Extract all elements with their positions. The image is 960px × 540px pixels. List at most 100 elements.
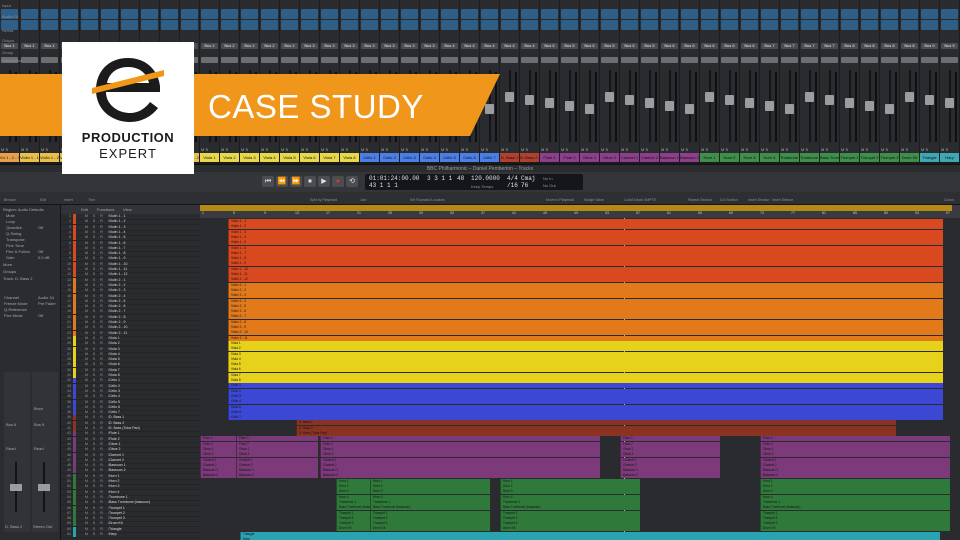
region[interactable]: Clarinet 1 xyxy=(760,457,950,463)
region[interactable]: Bassoon 1 xyxy=(760,468,950,474)
functions-menu[interactable]: Functions xyxy=(97,207,114,212)
mute-solo-rec-buttons[interactable]: M S R I xyxy=(85,394,111,399)
region[interactable]: Trumpet 1 xyxy=(370,510,490,516)
region[interactable]: Drum Kit xyxy=(500,526,640,532)
mute-solo-buttons[interactable]: M S xyxy=(481,147,498,152)
volume-fader[interactable] xyxy=(625,95,634,105)
mute-solo-rec-buttons[interactable]: M S R I xyxy=(85,384,111,389)
mute-solo-rec-buttons[interactable]: M S R I xyxy=(85,299,111,304)
mute-solo-buttons[interactable]: M S xyxy=(541,147,558,152)
mute-solo-buttons[interactable]: M S xyxy=(641,147,658,152)
volume-fader[interactable] xyxy=(885,104,894,114)
region[interactable]: Bassoon 1 xyxy=(620,468,720,474)
mute-solo-rec-buttons[interactable]: M S R I xyxy=(85,506,111,511)
region[interactable]: Violin 1 - 8 xyxy=(228,256,943,262)
region[interactable]: Oboe 1 xyxy=(760,446,950,452)
mute-solo-buttons[interactable]: M S xyxy=(621,147,638,152)
transport-button[interactable]: ⟲ xyxy=(346,176,358,187)
mute-solo-buttons[interactable]: M S xyxy=(841,147,858,152)
toolbar-button[interactable]: Move to Playhead xyxy=(546,198,574,202)
region[interactable]: Viola 1 xyxy=(228,340,943,346)
region[interactable]: Bassoon 1 xyxy=(320,468,600,474)
mute-solo-rec-buttons[interactable]: M S R I xyxy=(85,490,111,495)
mute-solo-buttons[interactable]: M S xyxy=(801,147,818,152)
region[interactable]: Bass Trombone (bassoon) xyxy=(370,505,490,511)
region[interactable]: Clarinet 2 xyxy=(760,462,950,468)
region[interactable]: Cello 4 xyxy=(228,399,943,405)
track-header[interactable]: 61 M S R I Harp xyxy=(61,532,200,538)
mute-solo-buttons[interactable]: M S xyxy=(261,147,278,152)
mute-solo-rec-buttons[interactable]: M S R I xyxy=(85,225,111,230)
mute-solo-buttons[interactable]: M S xyxy=(781,147,798,152)
region[interactable]: Violin 2 - 5 xyxy=(228,303,943,309)
mute-solo-rec-buttons[interactable]: M S R I xyxy=(85,362,111,367)
region[interactable]: D. Bass 2 xyxy=(296,425,896,431)
mute-solo-rec-buttons[interactable]: M S R I xyxy=(85,241,111,246)
mute-solo-rec-buttons[interactable]: M S R I xyxy=(85,320,111,325)
region[interactable]: Violin 2 - 11 xyxy=(228,335,943,341)
region[interactable]: Clarinet 1 xyxy=(320,457,600,463)
volume-fader[interactable] xyxy=(785,104,794,114)
volume-fader[interactable] xyxy=(725,95,734,105)
transport-button[interactable]: ⏩ xyxy=(290,176,302,187)
region[interactable]: Violin 1 - 2 xyxy=(228,224,943,230)
volume-fader[interactable] xyxy=(545,98,554,108)
region[interactable]: Horn 1 xyxy=(760,478,950,484)
track-field-value[interactable]: Audio 34 xyxy=(38,295,54,300)
mute-solo-rec-buttons[interactable]: M S R I xyxy=(85,516,111,521)
region[interactable]: Cello 6 xyxy=(228,409,943,415)
region[interactable]: Bass Trombone (bassoon) xyxy=(500,505,640,511)
mute-solo-rec-buttons[interactable]: M S R I xyxy=(85,309,111,314)
toolbar-button[interactable]: Set Rounded Locators xyxy=(410,198,445,202)
mute-solo-rec-buttons[interactable]: M S R I xyxy=(85,500,111,505)
toolbar-button[interactable]: Nudge Value xyxy=(584,198,604,202)
strip1-read[interactable]: Read xyxy=(6,446,16,451)
region[interactable]: Violin 1 - 1 xyxy=(228,219,943,224)
transport-button[interactable]: ⏪ xyxy=(276,176,288,187)
region[interactable]: Horn 4 xyxy=(370,494,490,500)
toolbar-button[interactable]: Colors xyxy=(944,198,954,202)
mute-solo-buttons[interactable]: M S xyxy=(561,147,578,152)
region[interactable]: Viola 8 xyxy=(228,378,943,383)
region[interactable]: Violin 2 - 3 xyxy=(228,293,943,299)
volume-fader[interactable] xyxy=(765,101,774,111)
mute-solo-rec-buttons[interactable]: M S R I xyxy=(85,431,111,436)
mute-solo-buttons[interactable]: M S xyxy=(341,147,358,152)
region[interactable]: Violin 1 - 4 xyxy=(228,234,943,240)
transport-button[interactable]: ⏮ xyxy=(262,176,274,187)
region[interactable]: Violin 2 - 10 xyxy=(228,330,943,336)
volume-fader[interactable] xyxy=(585,104,594,114)
strip1-bus[interactable]: Bus 6 xyxy=(6,422,16,427)
region[interactable]: Viola 4 xyxy=(228,356,943,362)
mute-solo-buttons[interactable]: M S xyxy=(21,147,38,152)
transport-button[interactable]: ● xyxy=(332,176,344,187)
mute-solo-buttons[interactable]: M S xyxy=(221,147,238,152)
mute-solo-rec-buttons[interactable]: M S R I xyxy=(85,426,111,431)
mute-solo-buttons[interactable]: M S xyxy=(301,147,318,152)
groups-disclosure[interactable]: Groups xyxy=(3,269,16,274)
volume-fader[interactable] xyxy=(745,98,754,108)
mute-solo-buttons[interactable]: M S xyxy=(941,147,958,152)
region[interactable]: Violin 2 - 2 xyxy=(228,287,943,293)
region[interactable]: Trumpet 1 xyxy=(760,510,950,516)
region[interactable]: Violin 2 - 4 xyxy=(228,298,943,304)
region-inspector-title[interactable]: Region: Audio Defaults xyxy=(3,207,44,212)
mute-solo-buttons[interactable]: M S xyxy=(381,147,398,152)
more-disclosure[interactable]: More xyxy=(3,262,12,267)
mute-solo-rec-buttons[interactable]: M S R I xyxy=(85,421,111,426)
region[interactable]: Violin 1 - 7 xyxy=(228,250,943,256)
region-field-value[interactable]: Off xyxy=(38,249,43,254)
region[interactable]: Viola 6 xyxy=(228,367,943,373)
mute-solo-rec-buttons[interactable]: M S R I xyxy=(85,246,111,251)
region[interactable]: Oboe 1 xyxy=(236,446,316,452)
region[interactable]: Cello 5 xyxy=(228,404,943,410)
toolbar-button[interactable]: Repeat Section xyxy=(688,198,712,202)
region[interactable]: Oboe 1 xyxy=(620,446,720,452)
mute-solo-buttons[interactable]: M S xyxy=(741,147,758,152)
mute-solo-rec-buttons[interactable]: M S R I xyxy=(85,272,111,277)
region[interactable]: Violin 2 - 7 xyxy=(228,314,943,320)
mute-solo-buttons[interactable]: M S xyxy=(701,147,718,152)
mute-solo-rec-buttons[interactable]: M S R I xyxy=(85,410,111,415)
mute-solo-rec-buttons[interactable]: M S R I xyxy=(85,219,111,224)
mute-solo-buttons[interactable]: M S xyxy=(881,147,898,152)
